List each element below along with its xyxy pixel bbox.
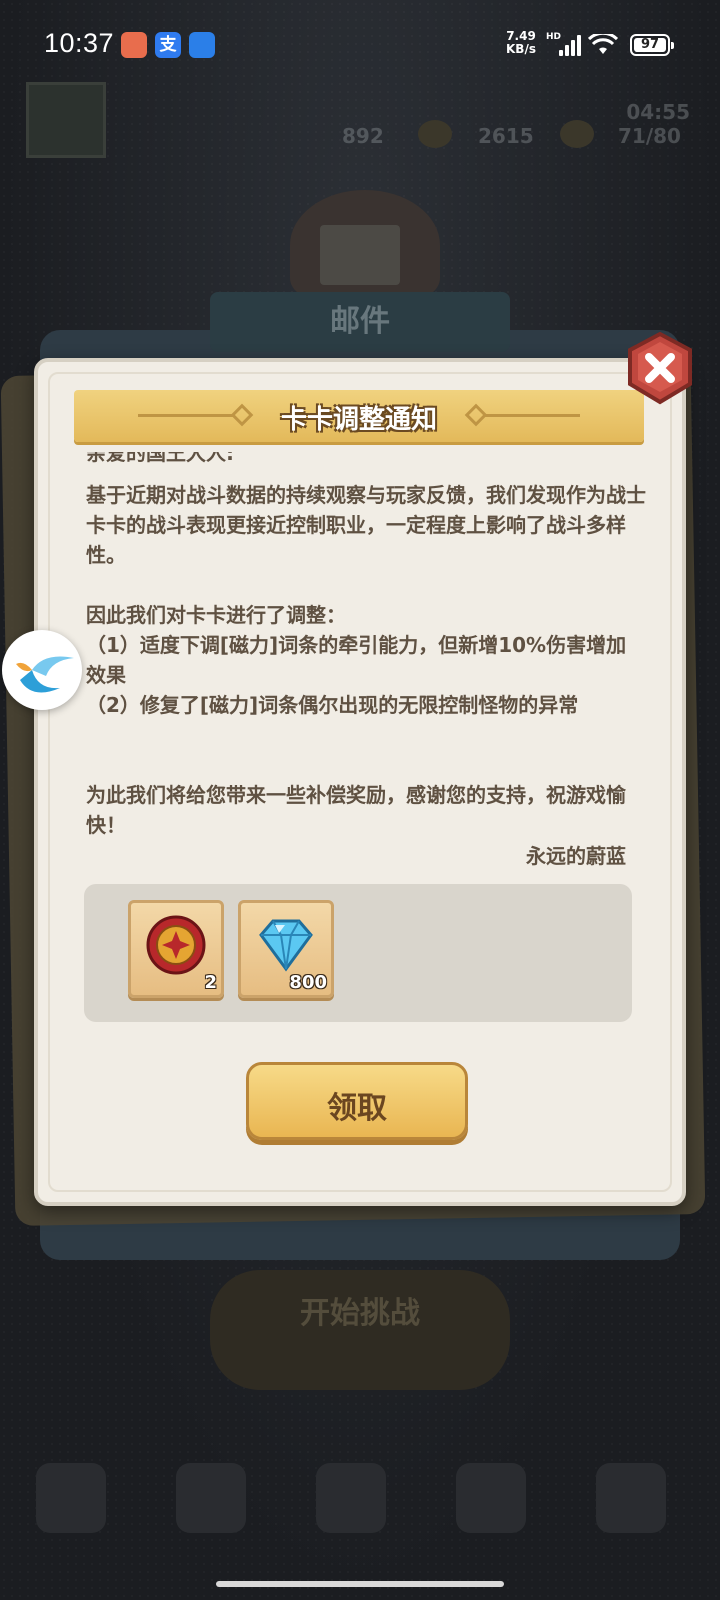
hud-value: 2615 [478,124,534,148]
alipay-icon: 支 [155,32,181,58]
reward-item[interactable]: 2 [128,900,224,998]
mail-paragraph: （1）适度下调[磁力]词条的牵引能力，但新增10%伤害增加效果 [86,633,627,687]
start-challenge-button: 开始挑战 [210,1270,510,1390]
speed-unit: KB/s [506,42,536,56]
notification-app-icon [189,32,215,58]
status-time: 10:37 [44,28,115,58]
mail-greeting: 亲爱的国王大人: [86,452,234,465]
battery-icon: 97 [630,34,674,56]
mail-board-title: 邮件 [210,292,510,352]
game-hud: 892 2615 71/80 04:55 [0,82,720,162]
bottom-nav [0,1445,720,1600]
reward-quantity: 2 [204,972,217,993]
avatar [26,82,106,158]
mail-paragraph: 为此我们将给您带来一些补偿奖励，感谢您的支持，祝游戏愉快！ [86,783,626,837]
mail-dialog: 卡卡调整通知 亲爱的国王大人: 基于近期对战斗数据的持续观察与玩家反馈，我们发现… [34,358,686,1206]
hud-timer: 04:55 [626,100,690,124]
floating-assistant-button[interactable] [2,630,82,710]
letter-icon [320,225,400,285]
mail-signature: 永远的蔚蓝 [526,844,626,868]
claim-button-label: 领取 [327,1091,387,1126]
claim-button[interactable]: 领取 [246,1062,468,1140]
coin-icon [418,120,452,148]
status-bar: 10:37 支 7.49 KB/s HD 97 [0,0,720,92]
network-speed: 7.49 KB/s [506,30,536,56]
reward-panel: 2 800 [84,884,632,1022]
notification-app-icon [121,32,147,58]
mail-body[interactable]: 亲爱的国王大人: 基于近期对战斗数据的持续观察与玩家反馈，我们发现作为战士卡卡的… [86,452,646,872]
wifi-icon [587,31,619,56]
title-ribbon: 卡卡调整通知 [74,390,644,442]
home-indicator[interactable] [216,1581,504,1587]
signal-icon [559,34,581,56]
reward-item[interactable]: 800 [238,900,334,998]
reward-quantity: 800 [289,972,327,993]
mail-paragraph: 基于近期对战斗数据的持续观察与玩家反馈，我们发现作为战士卡卡的战斗表现更接近控制… [86,483,646,567]
energy-icon [560,120,594,148]
mail-paragraph: （2）修复了[磁力]词条偶尔出现的无限控制怪物的异常 [86,693,579,717]
close-icon [628,332,692,405]
hud-value: 892 [342,124,384,148]
bird-logo-icon [16,656,74,693]
battery-level: 97 [634,38,666,52]
mail-title: 卡卡调整通知 [280,405,437,435]
mail-paragraph: 因此我们对卡卡进行了调整： [86,603,346,627]
hud-value: 71/80 [618,124,681,148]
close-button[interactable] [626,332,694,406]
